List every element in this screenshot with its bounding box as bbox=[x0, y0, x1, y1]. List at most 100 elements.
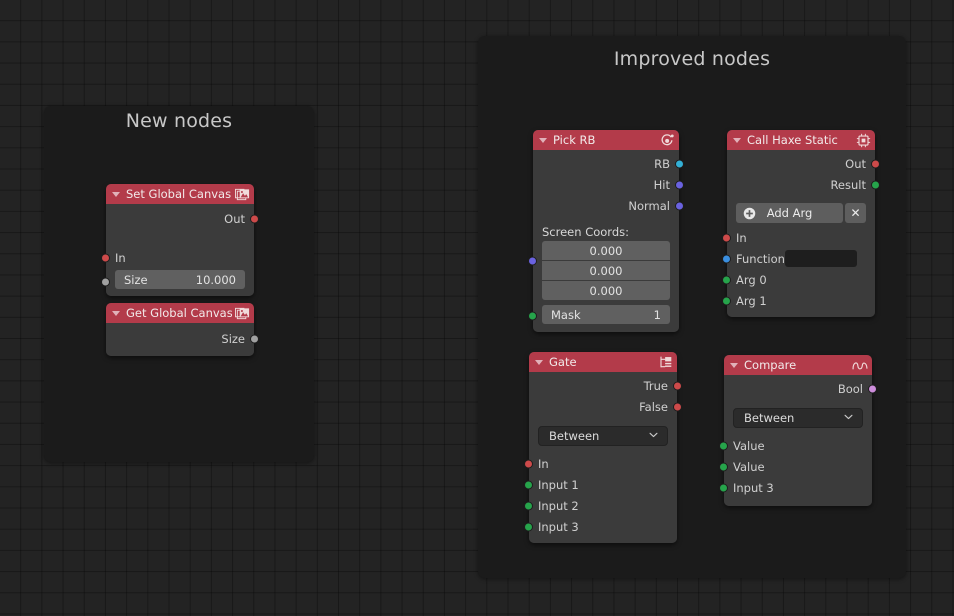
socket-input-1[interactable] bbox=[524, 480, 533, 489]
socket-input-3[interactable] bbox=[524, 522, 533, 531]
node-call-haxe-static[interactable]: Call Haxe Static Out Result Add Arg ✕ In… bbox=[722, 130, 880, 317]
widget-label: Size bbox=[124, 272, 148, 287]
socket-out[interactable] bbox=[871, 159, 880, 168]
socket-in[interactable] bbox=[101, 253, 110, 262]
compare-operation-dropdown[interactable]: Between bbox=[733, 408, 863, 428]
socket-row-input-1[interactable]: Input 1 bbox=[524, 474, 677, 495]
socket-label: Arg 1 bbox=[736, 293, 767, 308]
vector-y-field[interactable]: 0.000 bbox=[542, 261, 670, 280]
socket-row-input-3[interactable]: Input 3 bbox=[719, 477, 872, 498]
socket-in[interactable] bbox=[722, 233, 731, 242]
node-pick-rb[interactable]: Pick RB RB Hit Normal Screen Coords: 0.0… bbox=[528, 130, 684, 332]
socket-row-output-normal[interactable]: Normal bbox=[533, 195, 684, 216]
node-gate[interactable]: Gate True False Between In Input 1 Input… bbox=[524, 352, 682, 543]
chevron-down-icon bbox=[844, 413, 853, 423]
socket-true[interactable] bbox=[673, 381, 682, 390]
socket-row-output-out[interactable]: Out bbox=[106, 208, 259, 229]
add-arg-operator-row[interactable]: Add Arg ✕ bbox=[736, 203, 866, 223]
socket-label: Normal bbox=[628, 198, 670, 213]
socket-size-out[interactable] bbox=[250, 334, 259, 343]
node-body: Bool Between Value Value Input 3 bbox=[719, 375, 877, 506]
socket-row-input-in[interactable]: In bbox=[722, 227, 875, 248]
socket-row-input-arg1[interactable]: Arg 1 bbox=[722, 290, 875, 311]
physics-force-icon bbox=[659, 132, 675, 148]
socket-value-1[interactable] bbox=[719, 441, 728, 450]
socket-input-2[interactable] bbox=[524, 501, 533, 510]
function-name-input[interactable] bbox=[784, 250, 857, 267]
size-value-widget[interactable]: Size 10.000 bbox=[115, 270, 245, 289]
socket-arg-1[interactable] bbox=[722, 296, 731, 305]
node-compare[interactable]: Compare Bool Between Value Value Input 3 bbox=[719, 355, 877, 506]
node-editor-canvas[interactable]: New nodes Improved nodes Set Global Canv… bbox=[0, 0, 954, 616]
vector-x-value: 0.000 bbox=[589, 243, 623, 258]
remove-arg-button[interactable]: ✕ bbox=[845, 203, 866, 223]
node-header-pick-rb[interactable]: Pick RB bbox=[533, 130, 679, 150]
socket-row-output-rb[interactable]: RB bbox=[533, 153, 684, 174]
socket-false[interactable] bbox=[673, 402, 682, 411]
node-title: Call Haxe Static bbox=[747, 133, 838, 147]
socket-row-input-value-2[interactable]: Value bbox=[719, 456, 872, 477]
socket-row-output-out[interactable]: Out bbox=[727, 153, 880, 174]
socket-row-output-size[interactable]: Size bbox=[106, 328, 259, 349]
socket-rb[interactable] bbox=[675, 159, 684, 168]
socket-bool[interactable] bbox=[868, 384, 877, 393]
socket-out[interactable] bbox=[250, 214, 259, 223]
socket-label: Input 3 bbox=[733, 480, 774, 495]
socket-input-3[interactable] bbox=[719, 483, 728, 492]
socket-result[interactable] bbox=[871, 180, 880, 189]
node-body: Out Result Add Arg ✕ In Function Arg 0 A… bbox=[722, 150, 880, 317]
socket-arg-0[interactable] bbox=[722, 275, 731, 284]
node-get-global-canvas[interactable]: Get Global Canvas .. Size bbox=[106, 303, 259, 356]
socket-row-input-value-1[interactable]: Value bbox=[719, 435, 872, 456]
socket-label: False bbox=[639, 399, 668, 414]
collapse-triangle-icon[interactable] bbox=[535, 359, 543, 365]
node-set-global-canvas[interactable]: Set Global Canvas .. Out In Size 10.000 bbox=[101, 184, 259, 296]
socket-row-output-bool[interactable]: Bool bbox=[724, 378, 877, 399]
socket-row-input-arg0[interactable]: Arg 0 bbox=[722, 269, 875, 290]
collapse-triangle-icon[interactable] bbox=[730, 362, 738, 368]
socket-label: In bbox=[538, 456, 549, 471]
socket-hit[interactable] bbox=[675, 180, 684, 189]
socket-in[interactable] bbox=[524, 459, 533, 468]
image-stack-icon bbox=[234, 186, 250, 202]
socket-label: Value bbox=[733, 438, 765, 453]
vector-x-field[interactable]: 0.000 bbox=[542, 241, 670, 260]
socket-row-input-in[interactable]: In bbox=[524, 453, 677, 474]
node-title: Gate bbox=[549, 355, 577, 369]
screen-coords-vector[interactable]: 0.000 0.000 0.000 bbox=[542, 241, 670, 300]
collapse-triangle-icon[interactable] bbox=[539, 137, 547, 143]
dropdown-value: Between bbox=[549, 429, 600, 443]
node-title: Set Global Canvas .. bbox=[126, 187, 232, 201]
socket-row-input-3[interactable]: Input 3 bbox=[524, 516, 677, 537]
socket-screen-coords[interactable] bbox=[528, 256, 537, 266]
node-header-get-global-canvas[interactable]: Get Global Canvas .. bbox=[106, 303, 254, 323]
socket-row-output-false[interactable]: False bbox=[529, 396, 682, 417]
add-arg-button[interactable]: Add Arg bbox=[736, 203, 843, 223]
node-body: True False Between In Input 1 Input 2 In… bbox=[524, 372, 682, 543]
collapse-triangle-icon[interactable] bbox=[733, 137, 741, 143]
node-title: Get Global Canvas .. bbox=[126, 306, 232, 320]
socket-row-input-in[interactable]: In bbox=[101, 247, 254, 268]
node-header-gate[interactable]: Gate bbox=[529, 352, 677, 372]
vector-z-field[interactable]: 0.000 bbox=[542, 281, 670, 300]
node-header-call-haxe-static[interactable]: Call Haxe Static bbox=[727, 130, 875, 150]
socket-row-output-result[interactable]: Result bbox=[727, 174, 880, 195]
mask-value-widget[interactable]: Mask 1 bbox=[542, 305, 670, 324]
collapse-triangle-icon[interactable] bbox=[112, 310, 120, 316]
socket-label: Arg 0 bbox=[736, 272, 767, 287]
socket-size[interactable] bbox=[101, 277, 110, 287]
collapse-triangle-icon[interactable] bbox=[112, 191, 120, 197]
socket-row-output-true[interactable]: True bbox=[529, 375, 682, 396]
socket-mask[interactable] bbox=[528, 311, 537, 321]
node-body: Out In Size 10.000 bbox=[101, 204, 259, 296]
socket-normal[interactable] bbox=[675, 201, 684, 210]
gate-operation-dropdown[interactable]: Between bbox=[538, 426, 668, 446]
socket-row-input-2[interactable]: Input 2 bbox=[524, 495, 677, 516]
socket-function[interactable] bbox=[722, 254, 731, 263]
node-header-set-global-canvas[interactable]: Set Global Canvas .. bbox=[106, 184, 254, 204]
socket-value-2[interactable] bbox=[719, 462, 728, 471]
node-header-compare[interactable]: Compare bbox=[724, 355, 872, 375]
socket-row-input-function[interactable]: Function bbox=[722, 248, 875, 269]
socket-row-output-hit[interactable]: Hit bbox=[533, 174, 684, 195]
vector-z-value: 0.000 bbox=[589, 283, 623, 298]
